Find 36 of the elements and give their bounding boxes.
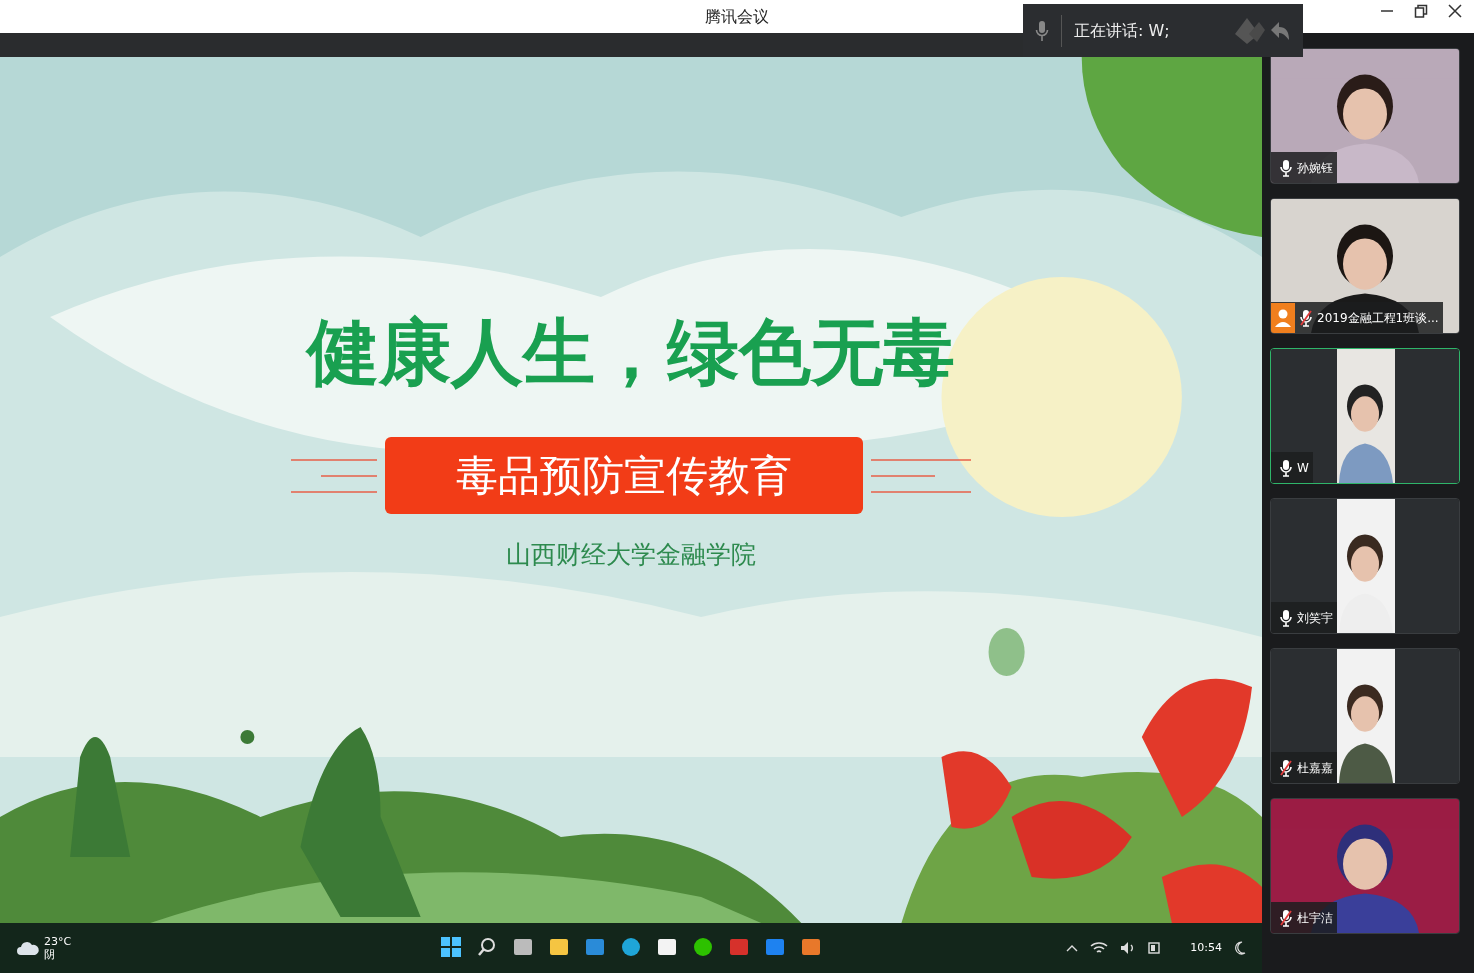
close-icon[interactable]	[1448, 4, 1462, 18]
video-tile[interactable]: 2019金融工程1班谈...	[1270, 198, 1460, 334]
mic-icon	[1279, 608, 1293, 627]
video-tile[interactable]: W	[1270, 348, 1460, 484]
cloud-icon	[16, 940, 40, 956]
temperature: 23°C	[44, 935, 72, 948]
participant-name: 孙婉钰	[1297, 159, 1333, 177]
muted-mic-icon	[1279, 908, 1293, 927]
slide-banner: 毒品预防宣传教育	[385, 437, 863, 514]
participant-name: 杜嘉嘉	[1297, 759, 1333, 777]
speaking-label: 正在讲话: W;	[1074, 19, 1171, 42]
participant-name: W	[1297, 459, 1309, 477]
restore-icon[interactable]	[1414, 4, 1428, 18]
clock-time[interactable]: 10:54	[1190, 939, 1222, 957]
chevron-up-icon[interactable]	[1066, 944, 1079, 952]
window-title: 腾讯会议	[705, 5, 769, 28]
video-tile[interactable]: 杜宇洁	[1270, 798, 1460, 934]
mic-icon	[1035, 19, 1049, 42]
battery-icon[interactable]	[1148, 942, 1163, 954]
moon-icon[interactable]	[1234, 941, 1246, 955]
search-icon[interactable]	[476, 936, 498, 958]
start-icon[interactable]	[440, 936, 462, 958]
video-tile[interactable]: 杜嘉嘉	[1270, 648, 1460, 784]
video-tile[interactable]: 孙婉钰	[1270, 48, 1460, 184]
participant-name: 2019金融工程1班谈...	[1317, 309, 1439, 327]
wifi-icon[interactable]	[1090, 941, 1109, 955]
mic-icon	[1279, 458, 1293, 477]
mic-icon	[1279, 158, 1293, 177]
weather-label: 阴	[44, 948, 56, 961]
slide-subtitle: 山西财经大学金融学院	[506, 539, 756, 571]
slide-title: 健康人生，绿色无毒	[307, 309, 955, 396]
participant-name: 刘笑宇	[1297, 609, 1333, 627]
muted-mic-icon	[1279, 758, 1293, 777]
muted-mic-icon	[1299, 308, 1313, 327]
participant-name: 杜宇洁	[1297, 909, 1333, 927]
video-tile[interactable]: 刘笑宇	[1270, 498, 1460, 634]
